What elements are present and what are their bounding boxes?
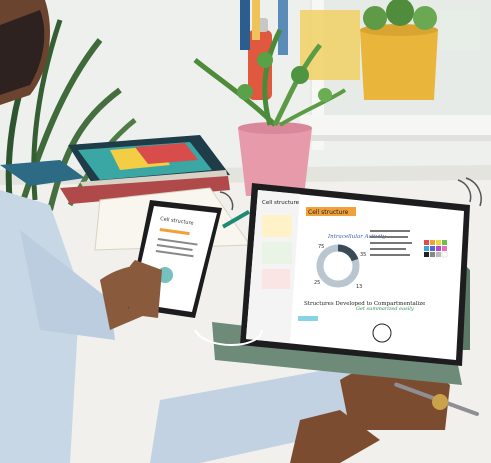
- photo-scene: Cell structure Cell structure Cell struc…: [0, 0, 491, 463]
- tablet: Cell structure Cell structure Intracellu…: [240, 183, 470, 366]
- handwritten-summary: Get summarized easily: [356, 306, 414, 312]
- diagram-number: 75: [318, 244, 324, 250]
- diagram-number: 35: [360, 252, 366, 258]
- tablet-page-title: Cell structure: [262, 200, 300, 206]
- sidebar-thumb: [262, 269, 290, 289]
- diagram-number: 13: [356, 284, 362, 290]
- tablet-heading: Cell structure: [308, 209, 349, 216]
- highlight-chip: [298, 316, 318, 321]
- text-line: [370, 230, 410, 232]
- diagram-number: 25: [314, 280, 320, 286]
- text-line: [370, 248, 406, 250]
- ring: [432, 394, 448, 410]
- sidebar-thumb: [262, 215, 292, 237]
- text-line: [370, 236, 408, 238]
- sidebar-thumb: [262, 242, 292, 264]
- text-line: [370, 242, 412, 244]
- scene-svg: Cell structure Cell structure Cell struc…: [0, 0, 491, 463]
- text-line: [370, 254, 410, 256]
- window-sill-shadow: [300, 135, 491, 141]
- window-glass: [440, 10, 480, 50]
- yellow-potted-plant: [360, 0, 438, 100]
- window-sill: [300, 115, 491, 137]
- yellow-panel: [300, 10, 360, 80]
